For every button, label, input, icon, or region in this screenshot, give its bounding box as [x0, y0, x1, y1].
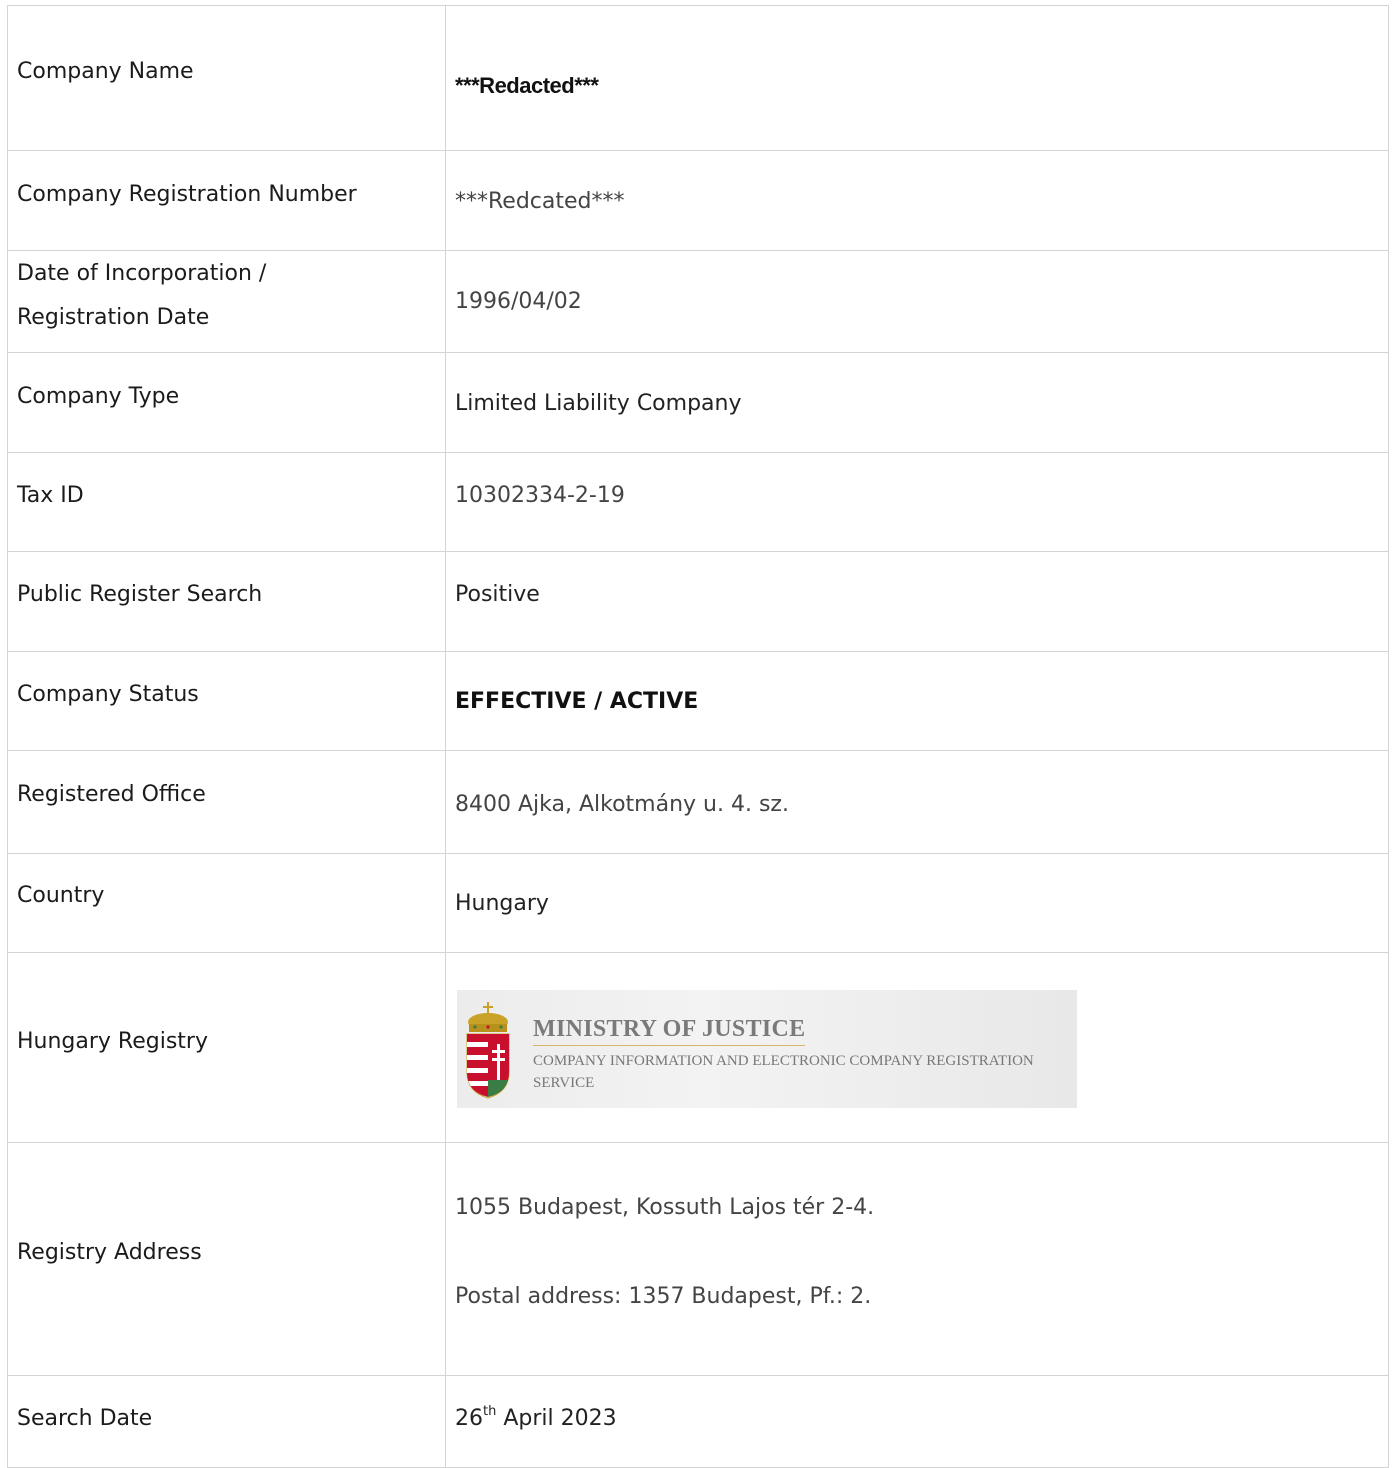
registered-office-label: Registered Office — [17, 782, 206, 807]
incorporation-date-value: 1996/04/02 — [455, 289, 582, 314]
company-status-value: EFFECTIVE / ACTIVE — [455, 689, 699, 714]
company-name-value: ***Redacted*** — [455, 73, 599, 98]
search-date-day: 26 — [455, 1406, 483, 1431]
registered-office-value: 8400 Ajka, Alkotmány u. 4. sz. — [455, 792, 789, 817]
row-registry-address: Registry Address 1055 Budapest, Kossuth … — [7, 1142, 1389, 1376]
country-label: Country — [17, 883, 105, 908]
ministry-subtitle: COMPANY INFORMATION AND ELECTRONIC COMPA… — [533, 1053, 1034, 1091]
company-status-label: Company Status — [17, 682, 199, 707]
country-value: Hungary — [455, 891, 549, 916]
company-details-table: Company Name ***Redacted*** Company Regi… — [7, 5, 1389, 1468]
ministry-title: MINISTRY OF JUSTICE — [533, 1016, 806, 1046]
row-tax-id: Tax ID 10302334-2-19 — [7, 452, 1389, 552]
row-search-date: Search Date 26th April 2023 — [7, 1375, 1389, 1468]
search-date-value: 26th April 2023 — [455, 1397, 617, 1441]
row-company-name: Company Name ***Redacted*** — [7, 5, 1389, 151]
search-date-label: Search Date — [17, 1406, 153, 1431]
row-company-type: Company Type Limited Liability Company — [7, 352, 1389, 453]
registration-number-value: ***Redcated*** — [455, 189, 625, 214]
search-date-rest: April 2023 — [496, 1406, 617, 1431]
company-name-label: Company Name — [17, 59, 194, 84]
company-type-value: Limited Liability Company — [455, 391, 742, 416]
registry-address-label: Registry Address — [17, 1240, 202, 1265]
hungarian-coat-of-arms-icon — [466, 1002, 510, 1099]
public-register-search-label: Public Register Search — [17, 582, 263, 607]
public-register-search-value: Positive — [455, 582, 540, 607]
company-type-label: Company Type — [17, 384, 180, 409]
row-registered-office: Registered Office 8400 Ajka, Alkotmány u… — [7, 750, 1389, 854]
row-registration-number: Company Registration Number ***Redcated*… — [7, 150, 1389, 251]
row-company-status: Company Status EFFECTIVE / ACTIVE — [7, 651, 1389, 751]
row-incorporation-date: Date of Incorporation / Registration Dat… — [7, 250, 1389, 353]
incorporation-date-label-line1: Date of Incorporation / — [17, 261, 267, 286]
row-public-register-search: Public Register Search Positive — [7, 551, 1389, 652]
registry-address-line2: Postal address: 1357 Budapest, Pf.: 2. — [455, 1284, 872, 1309]
registration-number-label: Company Registration Number — [17, 182, 357, 207]
hungary-registry-label: Hungary Registry — [17, 1029, 208, 1054]
registry-address-line1: 1055 Budapest, Kossuth Lajos tér 2-4. — [455, 1195, 875, 1220]
tax-id-label: Tax ID — [17, 483, 84, 508]
row-hungary-registry: Hungary Registry MINISTRY OF JUSTICE COM… — [7, 952, 1389, 1143]
row-country: Country Hungary — [7, 853, 1389, 953]
tax-id-value: 10302334-2-19 — [455, 483, 625, 508]
ministry-of-justice-banner: MINISTRY OF JUSTICE COMPANY INFORMATION … — [457, 990, 1077, 1108]
incorporation-date-label-line2: Registration Date — [17, 305, 210, 330]
search-date-ordinal: th — [483, 1403, 497, 1419]
